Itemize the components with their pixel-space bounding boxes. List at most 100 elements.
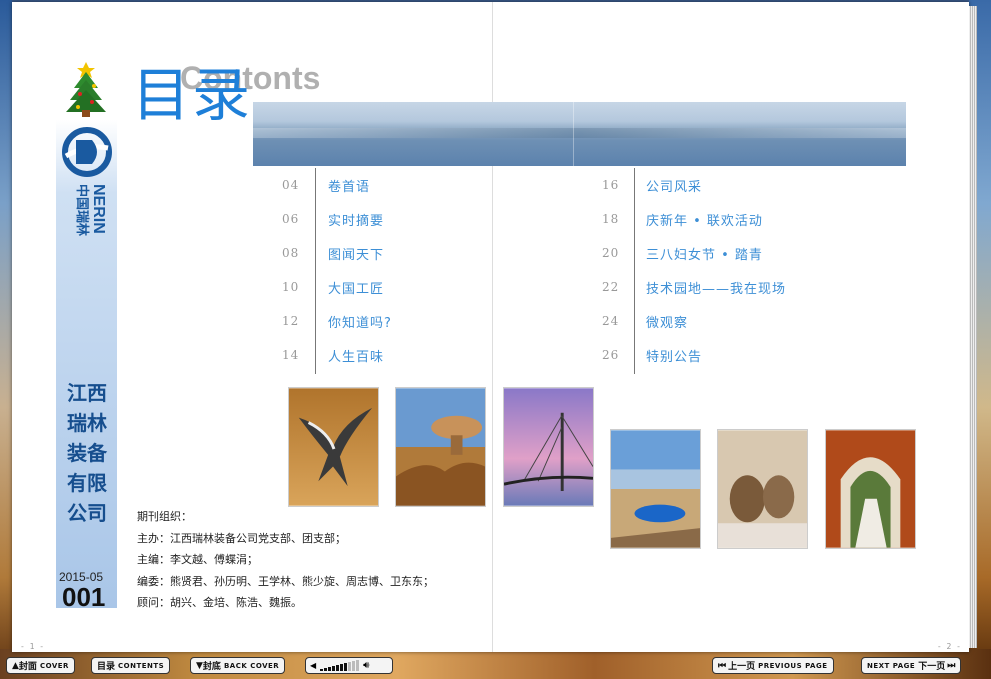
volume-bar[interactable] xyxy=(352,661,356,671)
volume-bar[interactable] xyxy=(356,660,360,671)
back-cover-button[interactable]: ▼ 封底 BACK COVER xyxy=(190,657,286,674)
toc-page-number: 14 xyxy=(282,348,300,362)
editorial-heading: 期刊组织： xyxy=(137,510,192,523)
editorial-committee: 编委：熊贤君、孙历明、王学林、熊少旋、周志博、卫东东； xyxy=(137,574,434,588)
contents-title-cn: 目录 xyxy=(132,61,253,129)
magazine-spread: Contonts 目录 中国瑞林 NERIN 江西 瑞林 装备 有限 公司 20… xyxy=(12,2,977,652)
previous-page-button[interactable]: ⏮ 上一页 PREVIOUS PAGE xyxy=(712,657,834,674)
toc-link[interactable]: 人生百味 xyxy=(328,346,384,365)
editorial-host: 主办：江西瑞林装备公司党支部、团支部； xyxy=(137,531,346,545)
sea-banner-image xyxy=(253,102,906,166)
volume-down-icon[interactable]: ◀ xyxy=(310,661,316,670)
toc-item[interactable]: 18 庆新年 • 联欢活动 xyxy=(602,202,786,236)
svg-text:中国瑞林: 中国瑞林 xyxy=(74,184,90,236)
toc-link[interactable]: 技术园地——我在现场 xyxy=(646,278,786,297)
book-spine xyxy=(492,2,493,652)
editorial-chief: 主编：李文越、傅蝶涓； xyxy=(137,553,258,566)
toc-item[interactable]: 20 三八妇女节 • 踏青 xyxy=(602,236,786,270)
volume-bar[interactable] xyxy=(348,662,352,671)
volume-bar[interactable] xyxy=(344,663,348,671)
volume-control[interactable]: ◀ 🔊︎ xyxy=(305,657,393,674)
toc-link[interactable]: 图闻天下 xyxy=(328,244,384,263)
contents-button[interactable]: 目录 CONTENTS xyxy=(91,657,171,674)
company-char: 限 xyxy=(87,471,107,495)
next-label-en: NEXT PAGE xyxy=(867,661,916,670)
prev-label-en: PREVIOUS PAGE xyxy=(758,661,828,670)
autumn-arch-photo xyxy=(825,429,916,549)
toc-link[interactable]: 大国工匠 xyxy=(328,278,384,297)
volume-bar[interactable] xyxy=(332,666,336,671)
toc-item[interactable]: 22 技术园地——我在现场 xyxy=(602,270,786,304)
toc-item[interactable]: 26 特别公告 xyxy=(602,338,786,372)
nerin-logo-icon xyxy=(62,127,112,177)
volume-bar[interactable] xyxy=(336,665,340,671)
toc-item[interactable]: 10 大国工匠 xyxy=(282,270,392,304)
background-left xyxy=(0,0,12,679)
toc-item[interactable]: 16 公司风采 xyxy=(602,168,786,202)
toc-page-number: 22 xyxy=(602,280,620,294)
toc-page-number: 12 xyxy=(282,314,300,328)
company-name: 江西 瑞林 装备 有限 公司 xyxy=(64,378,110,528)
company-char: 备 xyxy=(87,441,107,465)
company-char: 江 xyxy=(67,381,87,405)
cover-button[interactable]: ▲ 封面 COVER xyxy=(6,657,75,674)
volume-bar[interactable] xyxy=(320,669,324,671)
contents-label-cn: 目录 xyxy=(97,662,116,672)
company-char: 装 xyxy=(67,441,87,465)
toc-link[interactable]: 微观察 xyxy=(646,312,688,331)
cover-label-en: COVER xyxy=(39,661,69,670)
toc-page-number: 04 xyxy=(282,178,300,192)
crane-bird-photo xyxy=(288,387,379,507)
toc-page-number: 08 xyxy=(282,246,300,260)
toc-link[interactable]: 公司风采 xyxy=(646,176,702,195)
toc-right-column: 16 公司风采 18 庆新年 • 联欢活动 20 三八妇女节 • 踏青 22 技术园地—… xyxy=(602,168,786,374)
toc-item[interactable]: 12 你知道吗? xyxy=(282,304,392,338)
page-edge xyxy=(969,6,977,648)
bridge-sunset-photo xyxy=(503,387,594,507)
toc-link[interactable]: 你知道吗? xyxy=(328,312,392,331)
volume-bar[interactable] xyxy=(340,664,344,671)
page-number-left: - 1 - xyxy=(20,642,45,651)
skip-forward-icon: ⏭ xyxy=(947,660,956,671)
toc-page-number: 18 xyxy=(602,212,620,226)
toc-page-number: 24 xyxy=(602,314,620,328)
next-page-button[interactable]: NEXT PAGE 下一页 ⏭ xyxy=(861,657,962,674)
toc-item[interactable]: 08 图闻天下 xyxy=(282,236,392,270)
issue-number: 001 xyxy=(62,582,106,612)
triangle-up-icon: ▲ xyxy=(12,660,19,671)
toc-link[interactable]: 卷首语 xyxy=(328,176,370,195)
editorial-advisors: 顾问：胡兴、金培、陈浩、魏振。 xyxy=(137,596,302,609)
toc-left-column: 04 卷首语 06 实时摘要 08 图闻天下 10 大国工匠 12 你知道吗? 14 人生百… xyxy=(282,168,392,374)
volume-bars[interactable] xyxy=(320,660,360,671)
company-char: 司 xyxy=(87,501,107,525)
toc-item[interactable]: 24 微观察 xyxy=(602,304,786,338)
toc-page-number: 26 xyxy=(602,348,620,362)
desert-rock-photo xyxy=(395,387,486,507)
speaker-icon[interactable]: 🔊︎ xyxy=(363,660,369,671)
toc-item[interactable]: 14 人生百味 xyxy=(282,338,392,372)
toc-link[interactable]: 庆新年 • 联欢活动 xyxy=(646,210,763,229)
toc-page-number: 10 xyxy=(282,280,300,294)
svg-text:NERIN: NERIN xyxy=(90,184,107,234)
company-char: 林 xyxy=(87,411,107,435)
toc-page-number: 20 xyxy=(602,246,620,260)
company-char: 公 xyxy=(67,501,87,525)
toc-link[interactable]: 三八妇女节 • 踏青 xyxy=(646,244,763,263)
next-label-cn: 下一页 xyxy=(918,662,946,672)
cover-label-cn: 封面 xyxy=(18,662,37,672)
company-char: 西 xyxy=(87,381,107,405)
company-char: 有 xyxy=(67,471,87,495)
toc-item[interactable]: 04 卷首语 xyxy=(282,168,392,202)
prev-label-cn: 上一页 xyxy=(728,662,756,672)
toc-page-number: 06 xyxy=(282,212,300,226)
page-number-right: - 2 - xyxy=(936,642,961,651)
toc-link[interactable]: 实时摘要 xyxy=(328,210,384,229)
volume-bar[interactable] xyxy=(324,668,328,671)
toc-link[interactable]: 特别公告 xyxy=(646,346,702,365)
toc-item[interactable]: 06 实时摘要 xyxy=(282,202,392,236)
back-cover-label-en: BACK COVER xyxy=(223,661,280,670)
company-sidebar: 中国瑞林 NERIN 江西 瑞林 装备 有限 公司 2015-05 001 xyxy=(56,120,117,612)
editorial-info: 期刊组织： 主办：江西瑞林装备公司党支部、团支部； 主编：李文越、傅蝶涓； 编委… xyxy=(137,506,434,614)
volume-bar[interactable] xyxy=(328,667,332,671)
lake-boat-photo xyxy=(610,429,701,549)
